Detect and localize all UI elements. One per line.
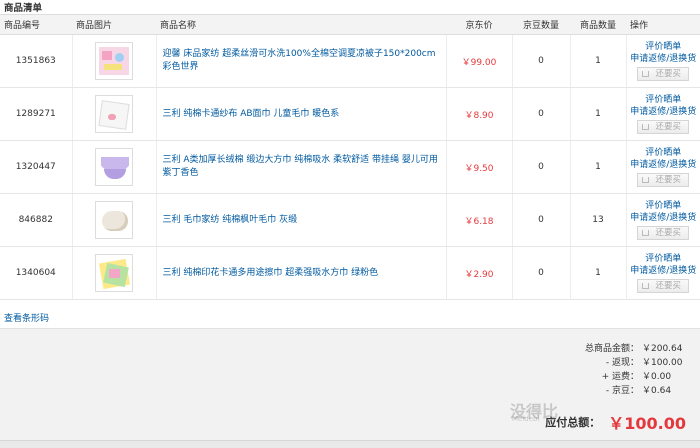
product-beans: 0 bbox=[511, 140, 570, 194]
product-price: ￥99.00 bbox=[445, 34, 512, 88]
table-row: 1340604 三利 纯棉印花卡通多用途擦巾 超柔强吸水方巾 绿粉色 ￥2.90… bbox=[0, 246, 700, 300]
product-qty: 1 bbox=[569, 87, 626, 141]
goods-table: 商品编号 商品图片 商品名称 京东价 京豆数量 商品数量 操作 1351863 … bbox=[0, 14, 700, 300]
review-link[interactable]: 评价晒单 bbox=[627, 200, 700, 212]
product-code: 1351863 bbox=[0, 34, 72, 88]
product-price: ￥9.50 bbox=[445, 140, 512, 194]
table-row: 1289271 三利 纯棉卡通纱布 AB面巾 儿童毛巾 暖色系 ￥8.90 0 … bbox=[0, 87, 700, 141]
product-image[interactable] bbox=[95, 201, 133, 239]
product-code: 846882 bbox=[0, 193, 72, 247]
product-name-link[interactable]: 三利 毛巾家纺 纯棉枫叶毛巾 灰缎 bbox=[155, 193, 446, 247]
bottom-bar bbox=[0, 440, 700, 448]
buy-again-label: 还要买 bbox=[655, 69, 681, 79]
buy-again-button[interactable]: 还要买 bbox=[637, 226, 690, 240]
col-name: 商品名称 bbox=[156, 14, 446, 35]
table-header: 商品编号 商品图片 商品名称 京东价 京豆数量 商品数量 操作 bbox=[0, 14, 700, 35]
review-link[interactable]: 评价晒单 bbox=[627, 147, 700, 159]
product-name-link[interactable]: 三利 纯棉印花卡通多用途擦巾 超柔强吸水方巾 绿粉色 bbox=[155, 246, 446, 300]
buy-again-label: 还要买 bbox=[655, 228, 681, 238]
shipping-label: + 运费： bbox=[601, 372, 639, 382]
review-link[interactable]: 评价晒单 bbox=[627, 41, 700, 53]
review-link[interactable]: 评价晒单 bbox=[627, 253, 700, 265]
product-name-link[interactable]: 迎馨 床品家纺 超柔丝滑可水洗100%全棉空调夏凉被子150*200cm 彩色世… bbox=[155, 34, 446, 88]
product-qty: 1 bbox=[569, 34, 626, 88]
product-code: 1340604 bbox=[0, 246, 72, 300]
col-beans: 京豆数量 bbox=[512, 14, 570, 35]
beans-discount-value: ￥0.64 bbox=[642, 386, 672, 396]
return-link[interactable]: 申请返修/退换货 bbox=[627, 53, 700, 65]
product-name-link[interactable]: 三利 A类加厚长绒棉 缎边大方巾 纯棉吸水 柔软舒适 带挂绳 婴儿可用 紫丁香色 bbox=[155, 140, 446, 194]
product-code: 1320447 bbox=[0, 140, 72, 194]
col-qty: 商品数量 bbox=[570, 14, 626, 35]
order-summary: 总商品金额： ￥200.64 - 返现： ￥100.00 + 运费： ￥0.00 - … bbox=[0, 328, 700, 440]
product-beans: 0 bbox=[511, 34, 570, 88]
col-price: 京东价 bbox=[446, 14, 512, 35]
product-image[interactable] bbox=[95, 95, 133, 133]
product-image[interactable] bbox=[95, 42, 133, 80]
return-link[interactable]: 申请返修/退换货 bbox=[627, 159, 700, 171]
review-link[interactable]: 评价晒单 bbox=[627, 94, 700, 106]
cashback-row: - 返现： ￥100.00 bbox=[606, 355, 686, 368]
return-link[interactable]: 申请返修/退换货 bbox=[627, 212, 700, 224]
col-ops: 操作 bbox=[626, 14, 700, 35]
watermark-sub: Meidebi bbox=[512, 415, 540, 423]
buy-again-button[interactable]: 还要买 bbox=[637, 279, 690, 293]
payable-value: ￥100.00 bbox=[608, 414, 686, 433]
goods-total-row: 总商品金额： ￥200.64 bbox=[585, 341, 686, 354]
goods-total-label: 总商品金额： bbox=[584, 344, 639, 354]
product-qty: 13 bbox=[569, 193, 626, 247]
cart-icon bbox=[642, 230, 650, 236]
buy-again-label: 还要买 bbox=[655, 175, 681, 185]
goods-total-value: ￥200.64 bbox=[642, 344, 683, 354]
section-title: 商品清单 bbox=[4, 3, 43, 14]
cart-icon bbox=[642, 177, 650, 183]
cart-icon bbox=[642, 124, 650, 130]
beans-row: - 京豆： ￥0.64 bbox=[606, 383, 686, 396]
col-code: 商品编号 bbox=[0, 14, 72, 35]
product-code: 1289271 bbox=[0, 87, 72, 141]
product-price: ￥8.90 bbox=[445, 87, 512, 141]
payable-row: 应付总额： ￥100.00 bbox=[545, 410, 686, 434]
table-row: 846882 三利 毛巾家纺 纯棉枫叶毛巾 灰缎 ￥6.18 0 13 评价晒单… bbox=[0, 193, 700, 247]
table-row: 1320447 三利 A类加厚长绒棉 缎边大方巾 纯棉吸水 柔软舒适 带挂绳 婴… bbox=[0, 140, 700, 194]
product-price: ￥2.90 bbox=[445, 246, 512, 300]
cashback-label: - 返现： bbox=[605, 358, 639, 368]
buy-again-label: 还要买 bbox=[655, 281, 681, 291]
product-name-link[interactable]: 三利 纯棉卡通纱布 AB面巾 儿童毛巾 暖色系 bbox=[155, 87, 446, 141]
view-barcode-link[interactable]: 查看条形码 bbox=[4, 311, 49, 324]
product-beans: 0 bbox=[511, 246, 570, 300]
return-link[interactable]: 申请返修/退换货 bbox=[627, 106, 700, 118]
product-image[interactable] bbox=[95, 148, 133, 186]
return-link[interactable]: 申请返修/退换货 bbox=[627, 265, 700, 277]
product-qty: 1 bbox=[569, 140, 626, 194]
cart-icon bbox=[642, 283, 650, 289]
cashback-value: ￥100.00 bbox=[642, 358, 683, 368]
product-beans: 0 bbox=[511, 193, 570, 247]
shipping-value: ￥0.00 bbox=[642, 372, 672, 382]
buy-again-button[interactable]: 还要买 bbox=[637, 173, 690, 187]
table-row: 1351863 迎馨 床品家纺 超柔丝滑可水洗100%全棉空调夏凉被子150*2… bbox=[0, 34, 700, 88]
buy-again-button[interactable]: 还要买 bbox=[637, 67, 690, 81]
product-image[interactable] bbox=[95, 254, 133, 292]
buy-again-button[interactable]: 还要买 bbox=[637, 120, 690, 134]
beans-discount-label: - 京豆： bbox=[605, 386, 639, 396]
product-qty: 1 bbox=[569, 246, 626, 300]
product-price: ￥6.18 bbox=[445, 193, 512, 247]
shipping-row: + 运费： ￥0.00 bbox=[602, 369, 686, 382]
cart-icon bbox=[642, 71, 650, 77]
col-picture: 商品图片 bbox=[72, 14, 156, 35]
buy-again-label: 还要买 bbox=[655, 122, 681, 132]
product-beans: 0 bbox=[511, 87, 570, 141]
